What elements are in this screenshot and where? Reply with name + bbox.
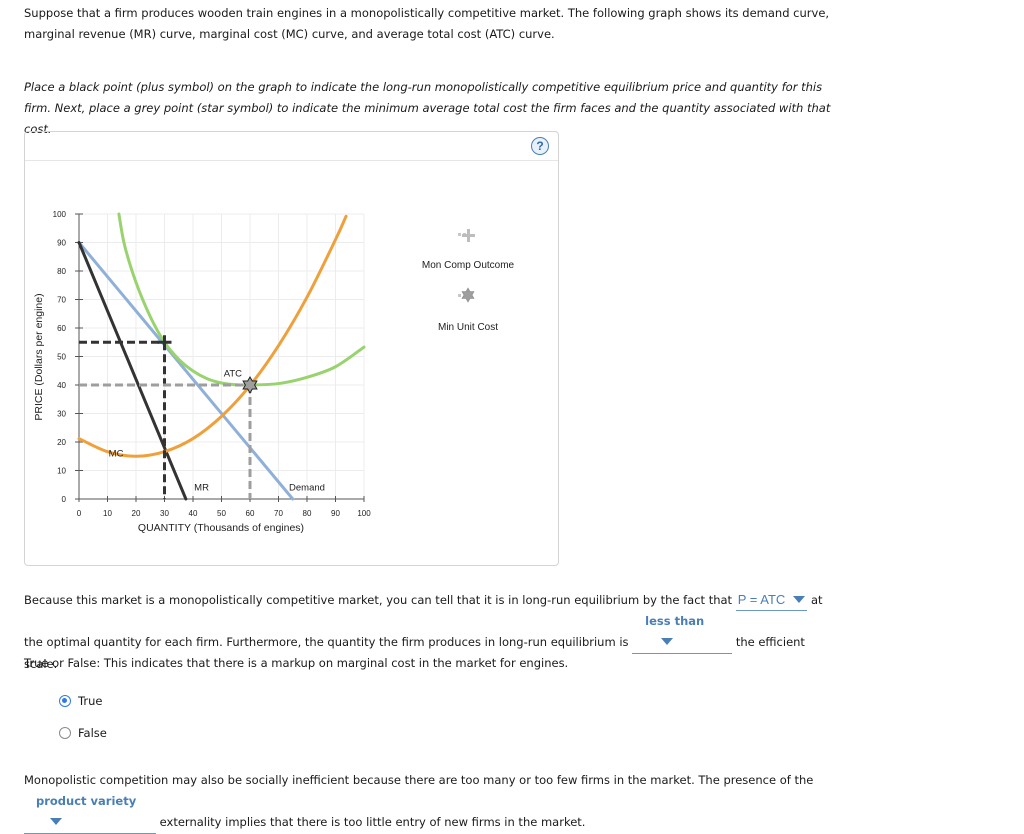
x-tick-label: 20 — [132, 509, 141, 518]
question-2: True or False: This indicates that there… — [24, 656, 569, 670]
radio-unselected-icon[interactable] — [59, 727, 71, 739]
x-tick-label: 70 — [274, 509, 283, 518]
chevron-down-icon — [50, 818, 62, 825]
y-tick-label: 0 — [62, 495, 67, 504]
palette-label-min-cost: Min Unit Cost — [438, 322, 498, 333]
x-tick-label: 40 — [189, 509, 198, 518]
curve-mr — [77, 241, 188, 501]
radio-true[interactable]: True — [59, 694, 102, 708]
x-tick-label: 50 — [217, 509, 226, 518]
palette-star-tool[interactable] — [458, 287, 475, 303]
chart[interactable]: 0 10 20 30 40 50 60 70 80 90 100 0 10 20 30 40 50 60 70 80 9… — [25, 132, 560, 567]
y-tick-label: 60 — [57, 324, 66, 333]
y-tick-label: 20 — [57, 438, 66, 447]
y-tick-label: 90 — [57, 239, 66, 248]
x-tick-label: 60 — [246, 509, 255, 518]
y-tick-label: 40 — [57, 381, 66, 390]
curve-label-demand: Demand — [289, 482, 325, 493]
y-tick-label: 30 — [57, 410, 66, 419]
y-tick-label: 100 — [53, 210, 67, 219]
palette-plus-tool[interactable] — [458, 229, 475, 242]
question-3: Monopolistic competition may also be soc… — [24, 770, 824, 834]
x-tick-label: 100 — [357, 509, 371, 518]
palette-label-mon-comp: Mon Comp Outcome — [422, 260, 515, 271]
curve-label-atc: ATC — [224, 368, 242, 379]
intro-text: Suppose that a firm produces wooden trai… — [24, 6, 830, 41]
dropdown-externality[interactable]: product variety — [24, 791, 156, 834]
curve-label-mr: MR — [194, 482, 209, 493]
x-tick-label: 90 — [331, 509, 340, 518]
chevron-down-icon — [793, 596, 806, 603]
radio-selected-icon[interactable] — [59, 695, 71, 707]
y-tick-label: 80 — [57, 267, 66, 276]
x-tick-label: 30 — [160, 509, 169, 518]
y-tick-label: 50 — [57, 353, 66, 362]
graph-panel: ? 0 10 20 30 40 50 60 70 80 90 100 0 10 20 30 40 50 60 70 8… — [24, 131, 559, 566]
radio-false[interactable]: False — [59, 726, 107, 740]
x-tick-label: 80 — [303, 509, 312, 518]
axes: 0 10 20 30 40 50 60 70 80 90 100 0 10 20 30 40 50 60 70 80 9… — [53, 210, 372, 518]
plus-icon — [462, 229, 475, 242]
curve-labels: Demand MR MC ATC — [109, 368, 325, 493]
curve-label-mc: MC — [109, 448, 124, 459]
x-axis-label: QUANTITY (Thousands of engines) — [138, 522, 304, 534]
y-tick-label: 70 — [57, 296, 66, 305]
y-tick-label: 10 — [57, 467, 66, 476]
y-axis-label: PRICE (Dollars per engine) — [33, 293, 45, 420]
dropdown-quantity-comparison[interactable]: less than — [632, 611, 733, 654]
star-icon — [461, 287, 475, 303]
dropdown-equilibrium-condition[interactable]: P = ATC — [735, 589, 808, 611]
x-tick-label: 0 — [77, 509, 82, 518]
x-tick-label: 10 — [103, 509, 112, 518]
chevron-down-icon — [661, 638, 674, 645]
